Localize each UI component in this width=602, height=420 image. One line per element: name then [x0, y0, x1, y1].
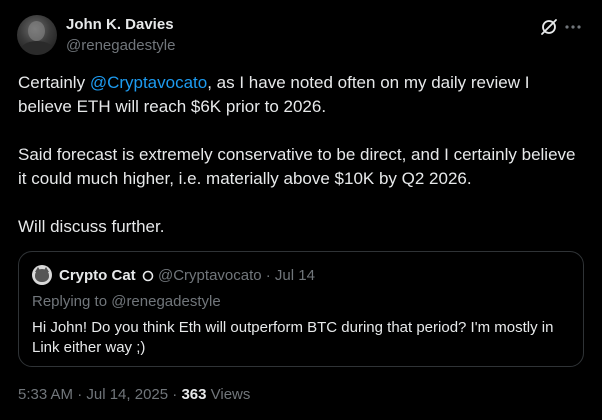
quote-avatar[interactable]: [32, 265, 52, 285]
post-paragraph-3: Will discuss further.: [18, 217, 165, 236]
views-label: Views: [206, 386, 251, 403]
quoted-post[interactable]: Crypto Cat @Cryptavocato · Jul 14 Replyi…: [18, 251, 584, 367]
post-paragraph-1: Certainly @Cryptavocato, as I have noted…: [18, 71, 584, 119]
author-avatar[interactable]: [17, 15, 57, 55]
quote-replying-to: Replying to @renegadestyle: [32, 293, 221, 310]
post-timestamp[interactable]: 5:33 AM · Jul 14, 2025 ·: [18, 386, 181, 403]
post-card: John K. Davies @renegadestyle Certainly …: [0, 0, 602, 420]
grok-icon[interactable]: [539, 17, 559, 37]
author-name[interactable]: John K. Davies: [66, 16, 174, 33]
avatar-face: [28, 21, 45, 41]
affiliate-badge-icon: [142, 270, 154, 282]
author-handle[interactable]: @renegadestyle: [66, 37, 175, 54]
cat-head: [35, 269, 49, 282]
post-text: Certainly: [18, 73, 90, 92]
post-paragraph-2: Said forecast is extremely conservative …: [18, 145, 576, 188]
quote-handle-date: @Cryptavocato · Jul 14: [158, 267, 315, 284]
post-body: Certainly @Cryptavocato, as I have noted…: [18, 71, 584, 239]
avatar-shoulders: [20, 41, 54, 55]
post-footer: 5:33 AM · Jul 14, 2025 · 363 Views: [18, 386, 250, 403]
more-icon[interactable]: [563, 17, 583, 37]
mention-link[interactable]: @Cryptavocato: [90, 73, 207, 92]
quote-text: Hi John! Do you think Eth will outperfor…: [32, 319, 554, 356]
views-count: 363: [181, 386, 207, 403]
quote-author-name[interactable]: Crypto Cat: [59, 267, 136, 284]
